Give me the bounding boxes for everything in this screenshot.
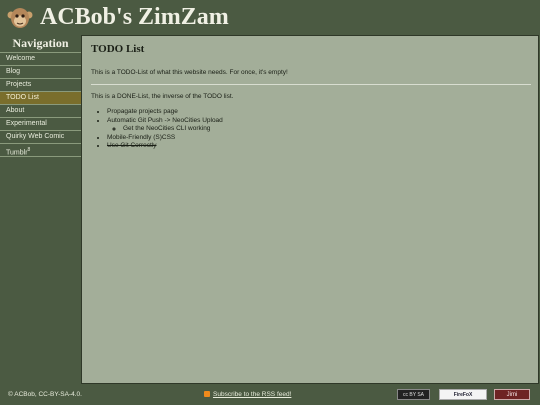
- done-description: This is a DONE-List, the inverse of the …: [91, 93, 234, 100]
- sidebar-item-label: Blog: [6, 68, 21, 75]
- site-footer: © ACBob, CC-BY-SA-4.0. Subscribe to the …: [0, 385, 540, 405]
- sub-list: Get the NeoCities CLI working: [107, 125, 223, 134]
- site-header: ACBob's ZimZam: [0, 0, 540, 35]
- list-item: Propagate projects page: [107, 108, 223, 117]
- divider: [91, 84, 531, 85]
- sidebar-item-label: Projects: [6, 81, 32, 88]
- monkey-face-icon[interactable]: [7, 5, 33, 31]
- sidebar-item-label: Welcome: [6, 55, 36, 62]
- main-content: TODO List This is a TODO-List of what th…: [81, 35, 539, 384]
- external-link-marker: 8: [27, 147, 31, 153]
- sidebar-item-label: TODO List: [6, 94, 39, 101]
- todo-description: This is a TODO-List of what this website…: [91, 69, 288, 76]
- jimdo-badge[interactable]: Jimi: [494, 389, 530, 400]
- sidebar-item-label: Quirky Web Comic: [6, 133, 65, 140]
- rss-link-label: Subscribe to the RSS feed!: [213, 391, 292, 398]
- sidebar-item-quirky-web-comic[interactable]: Quirky Web Comic: [0, 130, 81, 143]
- sidebar: Navigation Welcome Blog Projects TODO Li…: [0, 35, 81, 385]
- list-item: Mobile-Friendly (S)CSS: [107, 134, 223, 143]
- sidebar-item-label: About: [6, 107, 25, 114]
- list-item: Get the NeoCities CLI working: [123, 125, 223, 134]
- copyright-text: © ACBob, CC-BY-SA-4.0.: [8, 391, 82, 398]
- rss-icon: [204, 391, 210, 397]
- sidebar-item-todo-list[interactable]: TODO List: [0, 91, 81, 104]
- site-title[interactable]: ACBob's ZimZam: [40, 3, 229, 31]
- sidebar-item-blog[interactable]: Blog: [0, 65, 81, 78]
- list-item: Automatic Git Push -> NeoCities Upload G…: [107, 117, 223, 134]
- nav-heading: Navigation: [12, 36, 69, 50]
- cc-license-badge[interactable]: cc BY SA: [397, 389, 430, 400]
- sidebar-item-tumblr[interactable]: Tumblr8: [0, 143, 81, 157]
- sidebar-item-label: Tumblr: [6, 149, 28, 157]
- done-list: Propagate projects page Automatic Git Pu…: [91, 108, 223, 151]
- sidebar-item-label: Experimental: [6, 120, 47, 127]
- sidebar-item-experimental[interactable]: Experimental: [0, 117, 81, 130]
- sidebar-item-about[interactable]: About: [0, 104, 81, 117]
- page-title: TODO List: [91, 43, 145, 55]
- list-item-label: Automatic Git Push -> NeoCities Upload: [107, 116, 223, 124]
- rss-link[interactable]: Subscribe to the RSS feed!: [204, 391, 291, 398]
- firefox-badge[interactable]: FireFoX: [439, 389, 487, 400]
- sidebar-item-welcome[interactable]: Welcome: [0, 52, 81, 65]
- sidebar-item-projects[interactable]: Projects: [0, 78, 81, 91]
- list-item: Use Git Correctly: [107, 142, 223, 151]
